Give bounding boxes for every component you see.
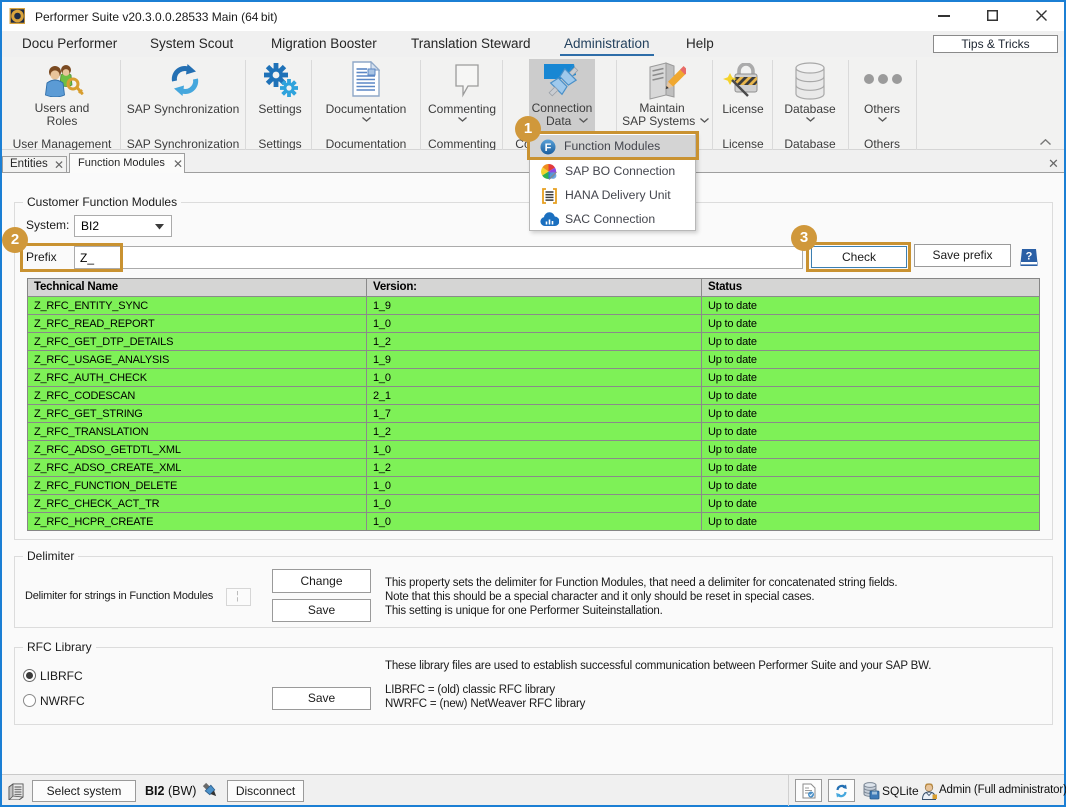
svg-text:?: ?: [1026, 251, 1033, 263]
